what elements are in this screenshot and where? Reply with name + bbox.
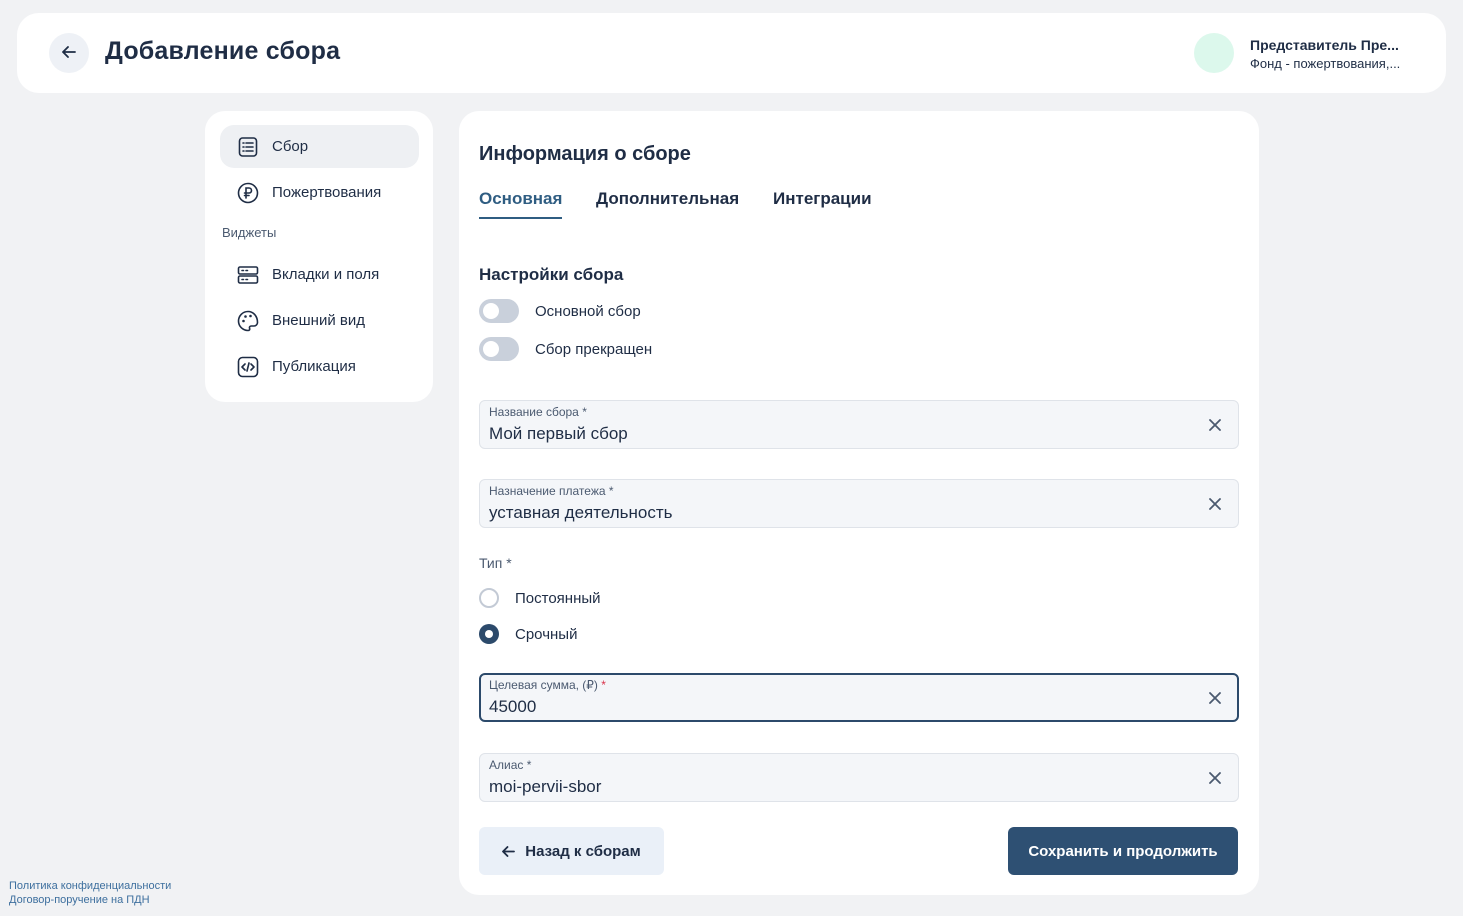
ruble-icon — [236, 181, 260, 205]
required-mark: * — [526, 758, 532, 772]
field-label-text: Целевая сумма, (₽) — [489, 678, 598, 692]
required-mark: * — [582, 405, 587, 419]
radio-button[interactable] — [479, 624, 499, 644]
sidebar-item-appearance[interactable]: Внешний вид — [220, 299, 419, 342]
sidebar: Сбор Пожертвования Виджеты Вкладки и пол… — [205, 111, 433, 402]
receipt-icon — [236, 135, 260, 159]
collection-name-field[interactable]: Название сбора * — [479, 400, 1239, 449]
arrow-left-icon — [62, 45, 76, 61]
radio-urgent[interactable]: Срочный — [479, 623, 577, 645]
clear-icon[interactable] — [1206, 495, 1224, 513]
sidebar-item-label: Вкладки и поля — [272, 266, 380, 283]
field-label: Название сбора * — [489, 405, 587, 419]
target-amount-input[interactable] — [489, 696, 1169, 718]
sidebar-item-tabs-fields[interactable]: Вкладки и поля — [220, 253, 419, 296]
field-label-text: Алиас — [489, 758, 524, 772]
main-panel: Информация о сборе Основная Дополнительн… — [459, 111, 1259, 895]
sidebar-item-publication[interactable]: Публикация — [220, 345, 419, 388]
sidebar-item-label: Внешний вид — [272, 312, 365, 329]
field-label-text: Назначение платежа — [489, 484, 606, 498]
save-continue-button[interactable]: Сохранить и продолжить — [1008, 827, 1238, 875]
privacy-policy-link[interactable]: Политика конфиденциальности — [9, 879, 171, 893]
collection-stopped-toggle[interactable] — [479, 337, 519, 361]
avatar[interactable] — [1194, 33, 1234, 73]
clear-icon[interactable] — [1206, 689, 1224, 707]
top-header: Добавление сбора Представитель Пре... Фо… — [17, 13, 1446, 93]
tabs-fields-icon — [236, 263, 260, 287]
sidebar-item-label: Публикация — [272, 358, 356, 375]
toggle-label: Основной сбор — [535, 302, 641, 320]
toggle-row-collection-stopped: Сбор прекращен — [479, 336, 652, 362]
sidebar-item-label: Сбор — [272, 138, 309, 155]
arrow-left-icon — [502, 845, 516, 857]
type-label: Тип * — [479, 555, 512, 571]
payment-purpose-input[interactable] — [489, 502, 1169, 524]
back-button[interactable] — [49, 33, 89, 73]
section-heading: Информация о сборе — [479, 143, 691, 165]
main-collection-toggle[interactable] — [479, 299, 519, 323]
toggle-row-main-collection: Основной сбор — [479, 298, 641, 324]
payment-purpose-field[interactable]: Назначение платежа * — [479, 479, 1239, 528]
palette-icon — [236, 309, 260, 333]
user-name[interactable]: Представитель Пре... — [1250, 37, 1415, 53]
tab-main[interactable]: Основная — [479, 189, 563, 219]
radio-label: Постоянный — [515, 589, 601, 607]
clear-icon[interactable] — [1206, 769, 1224, 787]
page-title: Добавление сбора — [105, 37, 341, 65]
collection-name-input[interactable] — [489, 423, 1169, 445]
back-to-collections-button[interactable]: Назад к сборам — [479, 827, 664, 875]
toggle-knob — [483, 341, 499, 357]
field-label: Алиас * — [489, 758, 531, 772]
required-mark: * — [608, 484, 614, 498]
sidebar-item-donations[interactable]: Пожертвования — [220, 171, 419, 214]
clear-icon[interactable] — [1206, 416, 1224, 434]
sidebar-item-label: Пожертвования — [272, 184, 382, 201]
toggle-label: Сбор прекращен — [535, 340, 653, 358]
footer-links: Политика конфиденциальности Договор-пору… — [9, 879, 171, 907]
target-amount-field[interactable]: Целевая сумма, (₽) * — [479, 673, 1239, 722]
settings-title: Настройки сбора — [479, 265, 624, 284]
tab-additional[interactable]: Дополнительная — [596, 189, 739, 217]
required-mark: * — [601, 678, 606, 692]
field-label-text: Название сбора — [489, 405, 579, 419]
sidebar-item-collection[interactable]: Сбор — [220, 125, 419, 168]
tab-integrations[interactable]: Интеграции — [773, 189, 872, 217]
alias-input[interactable] — [489, 776, 1169, 798]
field-label: Целевая сумма, (₽) * — [489, 678, 606, 692]
code-icon — [236, 355, 260, 379]
radio-button[interactable] — [479, 588, 499, 608]
field-label: Назначение платежа * — [489, 484, 614, 498]
radio-permanent[interactable]: Постоянный — [479, 587, 601, 609]
pdn-agreement-link[interactable]: Договор-поручение на ПДН — [9, 893, 171, 907]
sidebar-section-widgets: Виджеты — [222, 225, 277, 240]
toggle-knob — [483, 303, 499, 319]
alias-field[interactable]: Алиас * — [479, 753, 1239, 802]
radio-label: Срочный — [515, 625, 578, 643]
button-label: Назад к сборам — [525, 842, 641, 860]
user-org: Фонд - пожертвования,... — [1250, 56, 1401, 71]
